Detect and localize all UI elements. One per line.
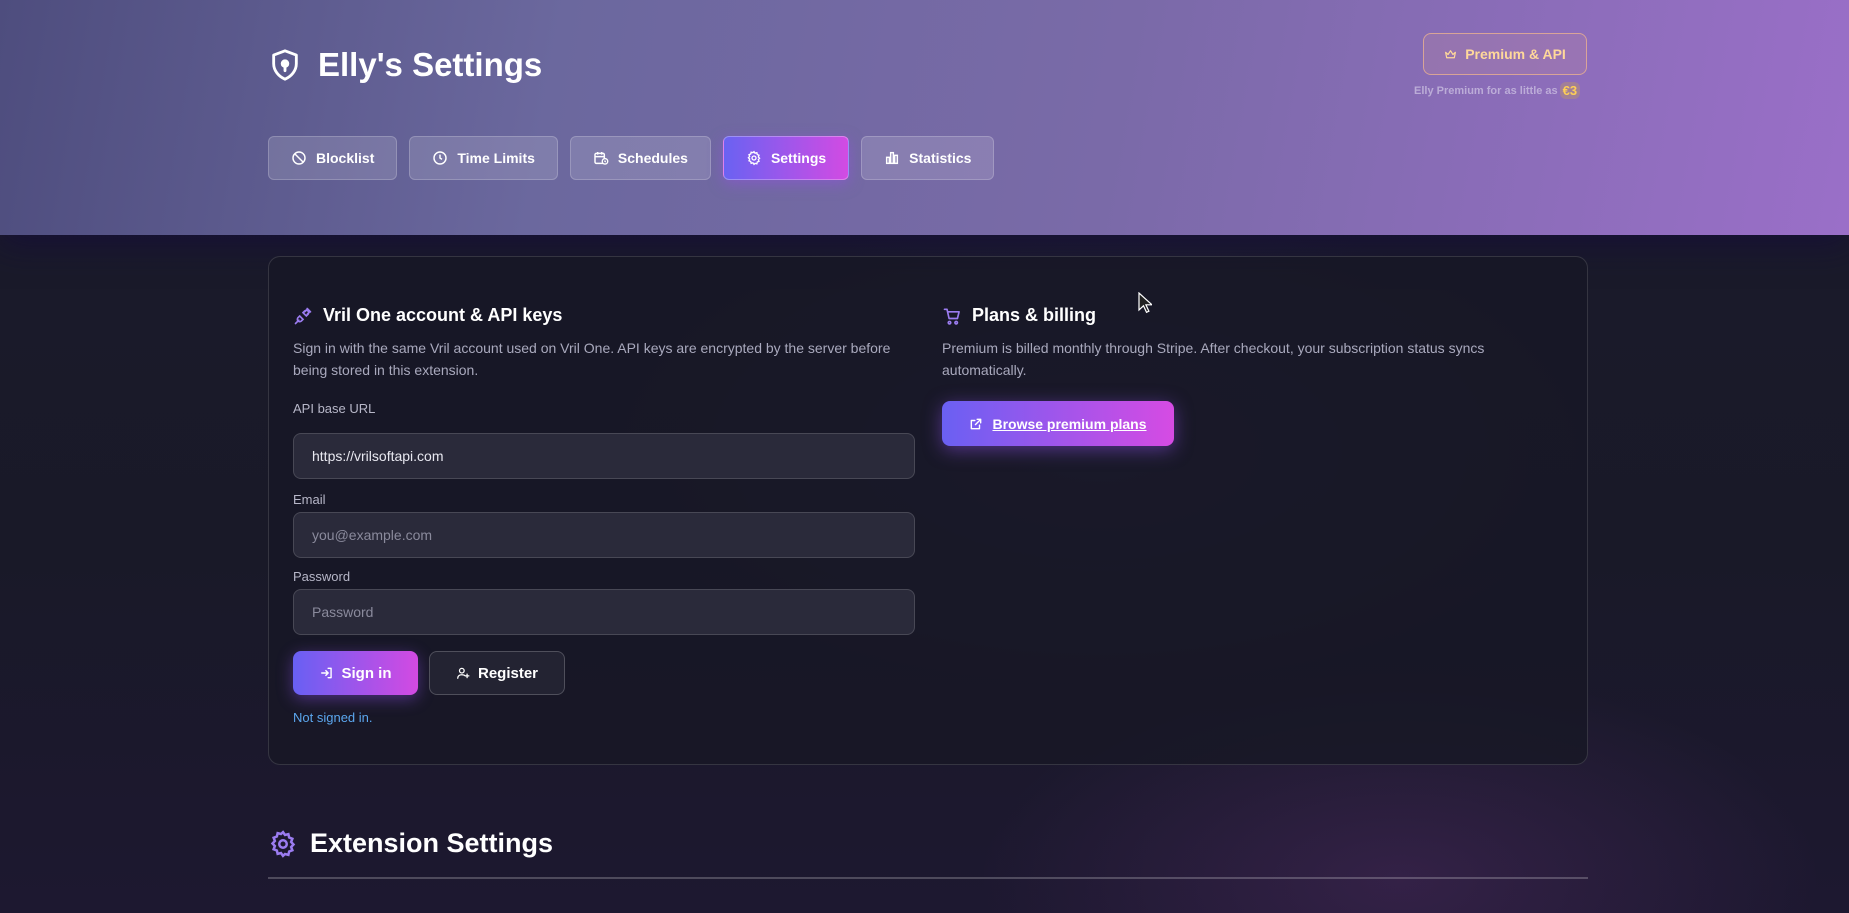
register-label: Register <box>477 664 539 682</box>
crown-icon <box>1445 49 1457 58</box>
title-group: Elly's Settings <box>268 46 542 84</box>
account-description: Sign in with the same Vril account used … <box>293 340 891 378</box>
sign-in-label: Sign in <box>341 664 392 682</box>
tab-label: Settings <box>770 150 827 166</box>
password-label: Password <box>293 569 351 584</box>
email-label: Email <box>293 492 326 507</box>
page-title: Elly's Settings <box>318 46 543 83</box>
tab-label: Time Limits <box>457 150 535 166</box>
password-field[interactable] <box>293 589 915 635</box>
cart-icon <box>943 308 960 325</box>
clock-icon <box>433 151 448 165</box>
price-badge: €3 <box>1559 82 1581 99</box>
tab-schedules[interactable]: Schedules <box>569 136 711 180</box>
browse-label: Browse premium plans <box>992 415 1147 432</box>
gear-icon <box>270 829 296 858</box>
plug-icon <box>294 307 312 324</box>
sign-in-icon <box>320 667 332 679</box>
tab-blocklist[interactable]: Blocklist <box>268 136 398 180</box>
tab-label: Schedules <box>617 150 688 166</box>
shield-icon <box>272 49 298 81</box>
api-url-input[interactable] <box>293 433 915 479</box>
tab-label: Blocklist <box>316 150 375 166</box>
email-field[interactable] <box>293 512 915 558</box>
sign-in-status: Not signed in. <box>293 710 373 725</box>
page-header: Elly's Settings Premium & API Elly Premi… <box>0 0 1849 235</box>
calendar-clock-icon <box>594 152 609 165</box>
premium-note-text: Elly Premium for as little as <box>1414 84 1558 97</box>
billing-section-title: Plans & billing <box>942 305 1096 326</box>
register-button[interactable]: Register <box>429 651 565 695</box>
tab-bar: Blocklist Time Limits Schedules Settings… <box>268 136 995 180</box>
bar-chart-icon <box>886 151 899 165</box>
mouse-cursor-icon <box>1138 292 1152 314</box>
premium-button-label: Premium & API <box>1465 46 1566 62</box>
billing-description: Premium is billed monthly through Stripe… <box>942 340 1485 378</box>
billing-title-text: Plans & billing <box>972 305 1097 325</box>
extension-settings-title: Extension Settings <box>310 828 554 858</box>
api-url-label: API base URL <box>293 401 376 416</box>
section-divider <box>268 877 1588 879</box>
tab-label: Statistics <box>909 150 972 166</box>
add-user-icon <box>457 667 470 679</box>
gear-icon <box>747 150 761 166</box>
tab-statistics[interactable]: Statistics <box>861 136 995 180</box>
account-section-title: Vril One account & API keys <box>293 305 562 326</box>
premium-note: Elly Premium for as little as €3 <box>1414 82 1581 99</box>
account-billing-card: Vril One account & API keys Sign in with… <box>268 256 1588 765</box>
extension-settings-heading: Extension Settings <box>268 828 553 859</box>
external-link-icon <box>971 418 982 429</box>
sign-in-button[interactable]: Sign in <box>293 651 418 695</box>
ban-icon <box>292 151 306 165</box>
browse-premium-plans-button[interactable]: Browse premium plans <box>942 401 1174 446</box>
tab-settings[interactable]: Settings <box>722 136 850 180</box>
account-title-text: Vril One account & API keys <box>323 305 563 325</box>
premium-api-button[interactable]: Premium & API <box>1423 33 1587 75</box>
tab-time-limits[interactable]: Time Limits <box>409 136 558 180</box>
